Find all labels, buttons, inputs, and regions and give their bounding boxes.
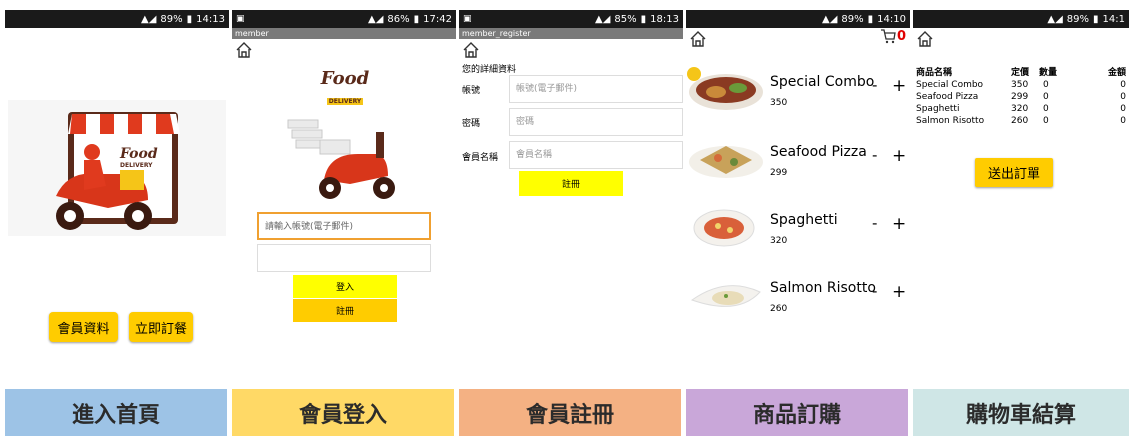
- status-bar: ▲◢ 89% ▮ 14:10: [686, 10, 910, 28]
- product-price: 350: [770, 98, 788, 108]
- signal-icon: ▲◢: [595, 13, 611, 25]
- header-quantity: 數量: [1039, 68, 1058, 78]
- register-screen: ▣ ▲◢ 85% ▮ 18:13 member_register 您的詳細資料 …: [459, 10, 683, 386]
- home-icon[interactable]: [916, 30, 934, 48]
- food-delivery-logo: Food DELIVERY: [320, 68, 370, 105]
- home-icon[interactable]: [235, 41, 253, 59]
- product-price: 260: [770, 304, 788, 314]
- products-screen: ▲◢ 89% ▮ 14:10 0 Special Combo 350 - + S…: [686, 10, 910, 386]
- caption-login: 會員登入: [232, 389, 454, 436]
- decrease-button[interactable]: -: [872, 282, 877, 300]
- status-bar: ▲◢ 89% ▮ 14:1: [913, 10, 1129, 28]
- account-input[interactable]: 帳號(電子郵件): [509, 75, 683, 103]
- salmon-risotto-image: [690, 285, 761, 307]
- notification-icon: ▣: [236, 14, 245, 24]
- battery-icon: ▮: [640, 13, 647, 25]
- product-price: 320: [770, 236, 788, 246]
- product-name: Special Combo: [770, 74, 875, 90]
- home-screen: ▲◢ 89% ▮ 14:13 Food DELIVERY 會員資料 立即訂餐: [5, 10, 229, 386]
- login-button[interactable]: 登入: [293, 275, 397, 298]
- cart-count: 0: [897, 28, 907, 44]
- table-row: Special Combo 350 0 0: [916, 80, 1126, 90]
- details-heading: 您的詳細資料: [462, 65, 517, 75]
- table-header: 商品名稱 定價 數量 金額: [916, 64, 1126, 79]
- password-label: 密碼: [462, 119, 481, 129]
- increase-button[interactable]: +: [892, 214, 906, 234]
- decrease-button[interactable]: -: [872, 214, 877, 232]
- signal-icon: ▲◢: [1047, 13, 1063, 25]
- header-price: 定價: [1011, 68, 1030, 78]
- account-input[interactable]: 請輸入帳號(電子郵件): [257, 212, 431, 240]
- cart-screen: ▲◢ 89% ▮ 14:1 商品名稱 定價 數量 金額 Special Comb…: [913, 10, 1129, 386]
- header-product-name: 商品名稱: [916, 68, 953, 78]
- notification-icon: ▣: [463, 14, 472, 24]
- register-button[interactable]: 註冊: [293, 299, 397, 322]
- product-item: Spaghetti 320 - +: [686, 198, 910, 260]
- svg-text:DELIVERY: DELIVERY: [120, 162, 153, 169]
- battery-icon: ▮: [867, 13, 874, 25]
- member-name-label: 會員名稱: [462, 153, 499, 163]
- signal-icon: ▲◢: [368, 13, 384, 25]
- product-name: Salmon Risotto: [770, 280, 876, 296]
- product-name: Spaghetti: [770, 212, 838, 228]
- account-label: 帳號: [462, 86, 481, 96]
- app-title: member: [232, 28, 456, 39]
- password-input[interactable]: [257, 244, 431, 272]
- home-icon[interactable]: [462, 41, 480, 59]
- battery-icon: ▮: [413, 13, 420, 25]
- cart-table: 商品名稱 定價 數量 金額 Special Combo 350 0 0 Seaf…: [916, 64, 1126, 127]
- product-item: Special Combo 350 - +: [686, 60, 910, 122]
- app-title: member_register: [459, 28, 683, 39]
- battery-icon: ▮: [1093, 13, 1099, 25]
- seafood-pizza-image: [689, 146, 763, 178]
- signal-icon: ▲◢: [822, 13, 838, 25]
- increase-button[interactable]: +: [892, 146, 906, 166]
- login-screen: ▣ ▲◢ 86% ▮ 17:42 member Food DELIVERY 請輸…: [232, 10, 456, 386]
- battery-icon: ▮: [186, 13, 193, 25]
- status-bar: ▣ ▲◢ 85% ▮ 18:13: [459, 10, 683, 28]
- food-delivery-illustration: Food DELIVERY: [8, 100, 226, 236]
- member-info-button[interactable]: 會員資料: [49, 312, 118, 342]
- register-submit-button[interactable]: 註冊: [519, 171, 623, 196]
- status-bar: ▣ ▲◢ 86% ▮ 17:42: [232, 10, 456, 28]
- header-amount: 金額: [1107, 68, 1126, 78]
- home-icon[interactable]: [689, 30, 707, 48]
- submit-order-button[interactable]: 送出訂單: [975, 158, 1053, 187]
- increase-button[interactable]: +: [892, 282, 906, 302]
- product-price: 299: [770, 168, 788, 178]
- product-item: Seafood Pizza 299 - +: [686, 130, 910, 192]
- table-row: Salmon Risotto 260 0 0: [916, 116, 1126, 126]
- caption-cart: 購物車結算: [913, 389, 1129, 436]
- cart-icon: [881, 29, 896, 44]
- caption-register: 會員註冊: [459, 389, 681, 436]
- order-now-button[interactable]: 立即訂餐: [129, 312, 193, 342]
- increase-button[interactable]: +: [892, 76, 906, 96]
- password-input[interactable]: 密碼: [509, 108, 683, 136]
- table-row: Spaghetti 320 0 0: [916, 104, 1126, 114]
- special-combo-image: [687, 67, 763, 110]
- caption-home: 進入首頁: [5, 389, 227, 436]
- product-name: Seafood Pizza: [770, 144, 867, 160]
- cart-button[interactable]: 0: [880, 28, 906, 44]
- spaghetti-image: [693, 209, 755, 247]
- member-name-input[interactable]: 會員名稱: [509, 141, 683, 169]
- table-row: Seafood Pizza 299 0 0: [916, 92, 1126, 102]
- status-bar: ▲◢ 89% ▮ 14:13: [5, 10, 229, 28]
- signal-icon: ▲◢: [141, 13, 157, 25]
- scooter-illustration: [287, 119, 395, 199]
- product-item: Salmon Risotto 260 - +: [686, 266, 910, 328]
- svg-text:Food: Food: [119, 146, 158, 162]
- decrease-button[interactable]: -: [872, 146, 877, 164]
- decrease-button[interactable]: -: [872, 76, 877, 94]
- caption-products: 商品訂購: [686, 389, 908, 436]
